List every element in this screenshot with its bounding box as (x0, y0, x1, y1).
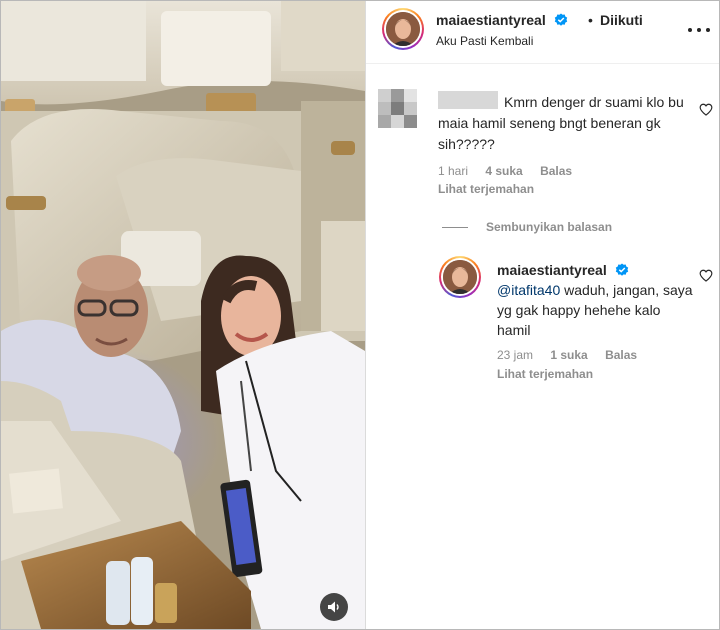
reply-author-username[interactable]: maiaestiantyreal (497, 262, 629, 278)
reply-meta: 23 jam 1 suka Balas (497, 348, 651, 362)
audio-title[interactable]: Aku Pasti Kembali (436, 34, 533, 48)
author-avatar-photo (386, 12, 420, 46)
comment-body: Kmrn denger dr suami klo bu maia hamil s… (438, 94, 684, 152)
header-divider (366, 63, 719, 64)
comment-time[interactable]: 1 hari (438, 164, 468, 178)
following-button[interactable]: Diikuti (600, 12, 643, 28)
cabin-photo-illustration (1, 1, 365, 629)
post-header: maiaestiantyreal • Diikuti Aku Pasti Kem… (366, 1, 719, 61)
author-username-text[interactable]: maiaestiantyreal (436, 12, 546, 28)
reply-reply-button[interactable]: Balas (605, 348, 637, 362)
reply-author-avatar[interactable] (439, 256, 481, 298)
reply-likes[interactable]: 1 suka (550, 348, 587, 362)
instagram-post-window: maiaestiantyreal • Diikuti Aku Pasti Kem… (0, 0, 720, 630)
comments-panel: maiaestiantyreal • Diikuti Aku Pasti Kem… (365, 1, 719, 629)
post-photo[interactable] (1, 1, 365, 629)
reply-text: @itafita40 waduh, jangan, saya yg gak ha… (497, 280, 697, 340)
comment-translate-link[interactable]: Lihat terjemahan (438, 182, 534, 196)
verified-badge-icon (615, 263, 628, 276)
more-options-icon[interactable] (688, 21, 710, 39)
reply-author-username-text[interactable]: maiaestiantyreal (497, 262, 607, 278)
reply-time[interactable]: 23 jam (497, 348, 533, 362)
comment-like-icon[interactable] (699, 103, 713, 116)
header-separator: • (588, 12, 593, 28)
reply-like-icon[interactable] (699, 269, 713, 282)
speaker-icon (328, 601, 339, 613)
verified-badge-icon (554, 13, 567, 26)
sound-toggle-button[interactable] (320, 593, 348, 621)
reply-author-avatar-photo (443, 260, 477, 294)
comment-text: Kmrn denger dr suami klo bu maia hamil s… (438, 92, 690, 155)
author-avatar[interactable] (382, 8, 424, 50)
hide-replies-button[interactable]: Sembunyikan balasan (486, 220, 612, 234)
replies-line (442, 227, 468, 228)
author-username[interactable]: maiaestiantyreal (436, 12, 568, 28)
commenter-avatar-blurred[interactable] (378, 89, 418, 129)
comment-reply-button[interactable]: Balas (540, 164, 572, 178)
comment-likes[interactable]: 4 suka (485, 164, 522, 178)
reply-mention-link[interactable]: @itafita40 (497, 282, 560, 298)
reply-translate-link[interactable]: Lihat terjemahan (497, 367, 593, 381)
comment-meta: 1 hari 4 suka Balas (438, 164, 586, 178)
